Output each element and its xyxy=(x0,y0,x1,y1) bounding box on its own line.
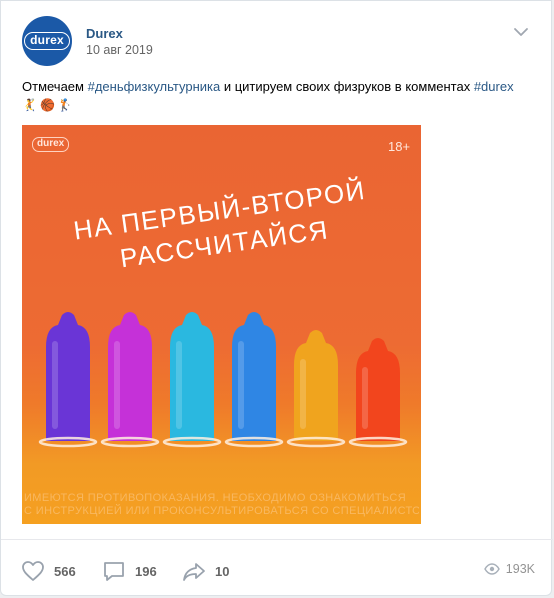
condom-shape xyxy=(162,312,222,448)
comment-button[interactable]: 196 xyxy=(102,560,157,582)
image-durex-logo: durex xyxy=(32,137,70,152)
post-image[interactable]: durex 18+ НА ПЕРВЫЙ-ВТОРОЙ РАССЧИТАЙСЯ И… xyxy=(22,125,421,524)
post-text-part: и цитируем своих физруков в комментах xyxy=(220,79,474,94)
durex-logo: durex xyxy=(24,32,70,50)
eye-icon xyxy=(483,563,500,575)
image-disclaimer: ИМЕЮТСЯ ПРОТИВОПОКАЗАНИЯ. НЕОБХОДИМО ОЗН… xyxy=(24,492,419,518)
condom-shape xyxy=(38,312,98,448)
views-count: 193K xyxy=(505,562,535,576)
author-avatar[interactable]: durex xyxy=(22,16,72,66)
share-button[interactable]: 10 xyxy=(182,560,229,582)
handball-emoji: 🤾 xyxy=(22,98,37,112)
shares-count: 10 xyxy=(215,563,230,579)
like-button[interactable]: 566 xyxy=(21,560,76,582)
basketball-emoji: 🏀 xyxy=(39,98,55,112)
disclaimer-line-2: С ИНСТРУКЦИЕЙ ИЛИ ПРОКОНСУЛЬТИРОВАТЬСЯ С… xyxy=(24,505,419,517)
chevron-down-icon[interactable] xyxy=(513,27,529,37)
hashtag-link[interactable]: #durex xyxy=(474,79,514,94)
heart-icon xyxy=(22,561,44,581)
author-name-link[interactable]: Durex xyxy=(86,26,123,41)
condom-shape xyxy=(286,330,346,448)
golfer-emoji: 🏌 xyxy=(57,98,73,112)
likes-count: 566 xyxy=(54,563,76,579)
condom-shape xyxy=(100,312,160,448)
condom-shape xyxy=(224,312,284,448)
post-text-part: Отмечаем xyxy=(22,79,88,94)
views-counter: 193K xyxy=(483,562,535,576)
share-arrow-icon xyxy=(183,563,205,581)
comments-count: 196 xyxy=(135,563,157,579)
image-headline: НА ПЕРВЫЙ-ВТОРОЙ РАССЧИТАЙСЯ xyxy=(59,171,385,283)
post-date-link[interactable]: 10 авг 2019 xyxy=(86,43,153,57)
comment-icon xyxy=(104,562,124,581)
hashtag-link[interactable]: #деньфизкультурника xyxy=(88,79,221,94)
age-rating: 18+ xyxy=(388,139,411,154)
wall-post: durex Durex 10 авг 2019 Отмечаем #деньфи… xyxy=(0,0,553,597)
disclaimer-line-1: ИМЕЮТСЯ ПРОТИВОПОКАЗАНИЯ. НЕОБХОДИМО ОЗН… xyxy=(24,492,407,504)
condom-shape xyxy=(348,338,408,448)
post-text: Отмечаем #деньфизкультурника и цитируем … xyxy=(22,78,537,96)
emoji-row: 🤾 🏀 🏌 xyxy=(22,98,73,112)
condoms-illustration xyxy=(38,312,408,448)
post-actions-bar: 566 196 10 193K xyxy=(1,539,553,597)
